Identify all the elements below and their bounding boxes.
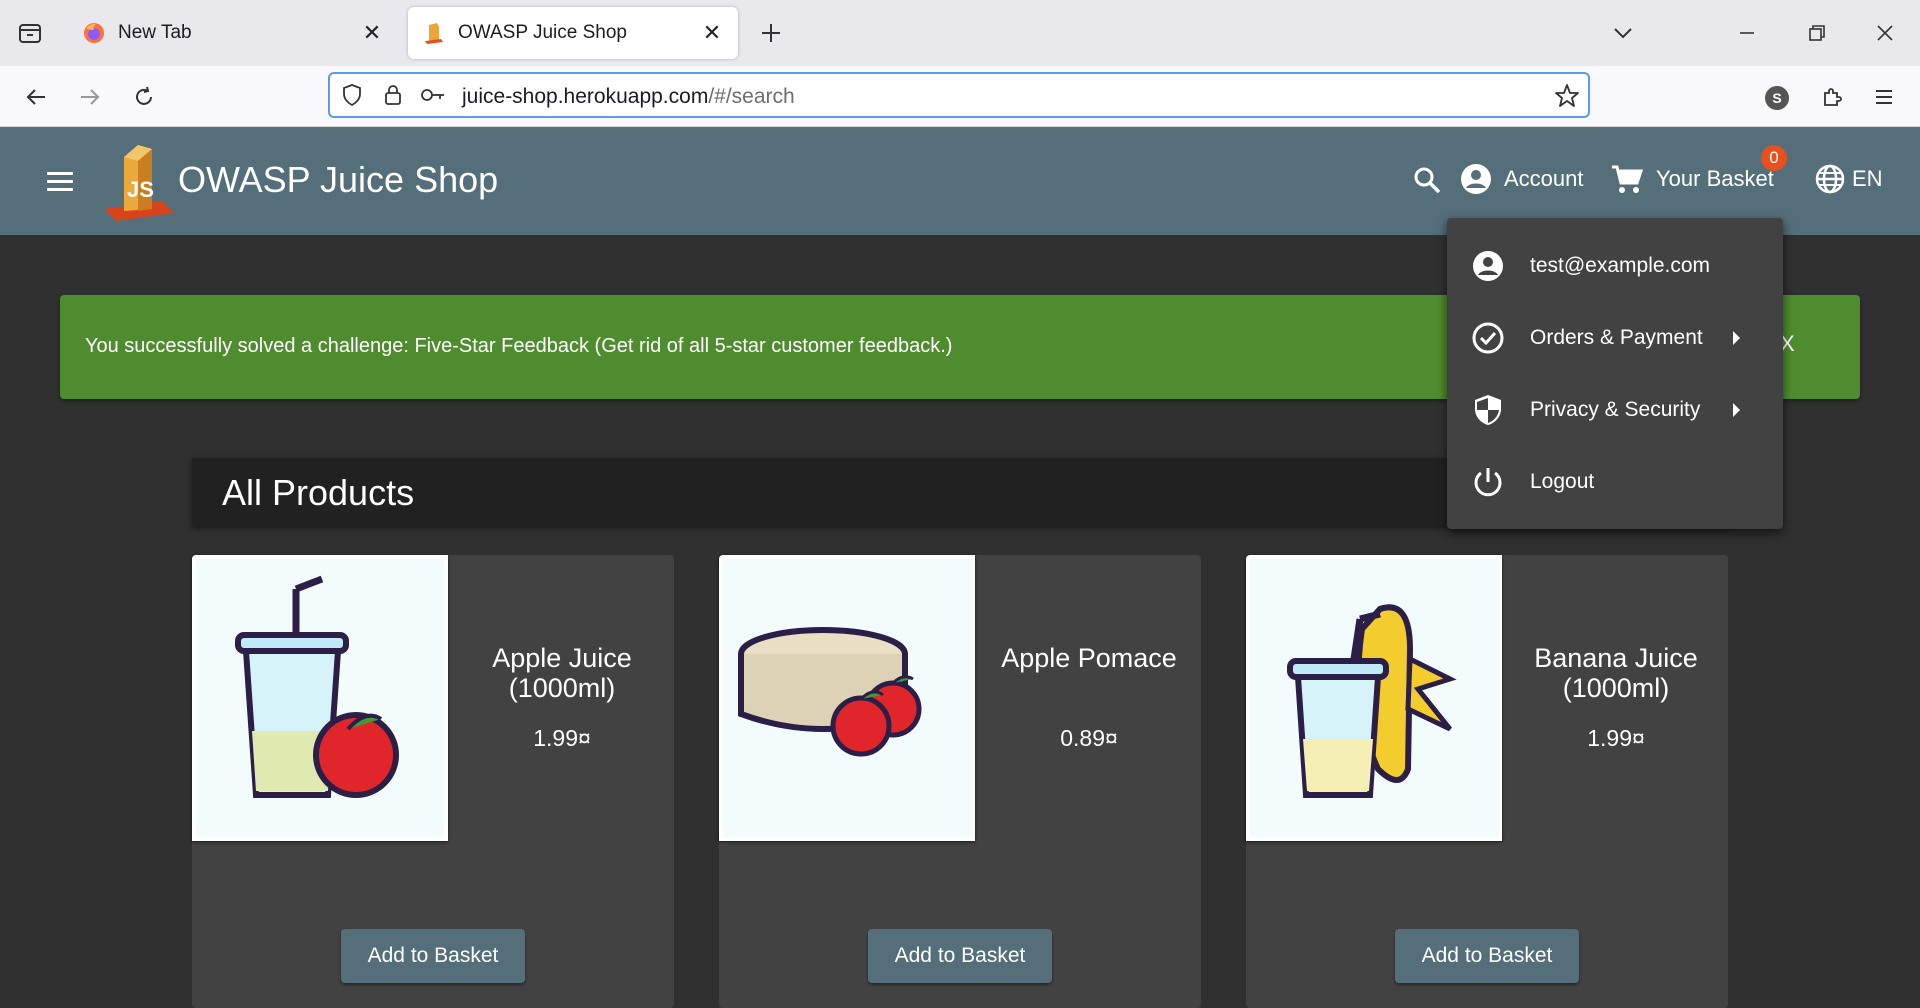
extensions-puzzle-icon[interactable]: [1816, 81, 1848, 113]
juice-shop-favicon-icon: [422, 21, 446, 45]
menu-item-privacy-security[interactable]: Privacy & Security: [1447, 374, 1783, 446]
add-to-basket-button[interactable]: Add to Basket: [1395, 929, 1579, 983]
product-name: Banana Juice (1000ml): [1534, 643, 1698, 703]
search-icon[interactable]: [1412, 165, 1442, 200]
firefox-icon: [82, 21, 106, 45]
menu-item-orders-payment[interactable]: Orders & Payment: [1447, 302, 1783, 374]
tab-overview-icon[interactable]: [14, 17, 46, 49]
product-card[interactable]: Apple Pomace 0.89¤ Add to Basket: [719, 555, 1201, 1008]
close-tab-icon[interactable]: ✕: [358, 19, 386, 47]
basket-button[interactable]: Your Basket: [1610, 163, 1774, 195]
app-menu-hamburger-icon[interactable]: [1868, 81, 1900, 113]
menu-item-label: test@example.com: [1530, 254, 1711, 277]
product-card[interactable]: Apple Juice (1000ml) 1.99¤ Add to Basket: [192, 555, 674, 1008]
url-path: /#/search: [708, 85, 795, 108]
language-button[interactable]: EN: [1814, 163, 1883, 195]
close-window-icon[interactable]: [1870, 20, 1900, 46]
key-icon[interactable]: [420, 85, 446, 110]
menu-item-label: Orders & Payment: [1530, 326, 1703, 349]
basket-label: Your Basket: [1656, 166, 1774, 191]
page-title: All Products: [222, 472, 415, 513]
product-name: Apple Pomace: [1001, 643, 1177, 673]
submenu-arrow-icon: [1733, 331, 1740, 345]
language-label: EN: [1852, 166, 1883, 191]
back-arrow-icon[interactable]: [20, 81, 52, 113]
product-price: 0.89¤: [1060, 725, 1118, 751]
account-profile-icon[interactable]: S: [1762, 83, 1792, 113]
notification-message: You successfully solved a challenge: Fiv…: [85, 335, 953, 357]
profile-initial: S: [1765, 86, 1789, 110]
product-image[interactable]: [192, 555, 448, 841]
globe-icon: [1814, 163, 1846, 195]
menu-item-logout[interactable]: Logout: [1447, 446, 1783, 518]
account-menu: test@example.com Orders & Payment Privac…: [1447, 218, 1783, 529]
account-circle-icon: [1460, 163, 1492, 195]
menu-item-label: Logout: [1530, 470, 1595, 493]
url-host: juice-shop.herokuapp.com: [462, 85, 709, 108]
product-name: Apple Juice (1000ml): [492, 643, 632, 703]
restore-window-icon[interactable]: [1802, 20, 1832, 46]
shield-icon: [1471, 393, 1505, 427]
menu-item-label: Privacy & Security: [1530, 398, 1701, 421]
lock-icon[interactable]: [382, 83, 404, 112]
shopping-cart-icon: [1610, 163, 1644, 195]
tracking-protection-shield-icon[interactable]: [340, 83, 364, 112]
browser-tab-bar: New Tab ✕ OWASP Juice Shop ✕: [0, 0, 1920, 66]
menu-item-user-email[interactable]: test@example.com: [1447, 230, 1783, 302]
list-all-tabs-chevron-icon[interactable]: [1608, 20, 1638, 46]
product-card[interactable]: Banana Juice (1000ml) 1.99¤ Add to Baske…: [1246, 555, 1728, 1008]
tab-label: New Tab: [118, 22, 192, 43]
bookmark-star-icon[interactable]: [1554, 83, 1580, 114]
power-icon: [1471, 465, 1505, 499]
check-circle-icon: [1471, 321, 1505, 355]
minimize-window-icon[interactable]: [1732, 20, 1762, 46]
tab-label: OWASP Juice Shop: [458, 22, 627, 43]
sidenav-menu-icon[interactable]: [44, 165, 76, 202]
product-image[interactable]: [719, 555, 975, 841]
svg-text:JS: JS: [127, 177, 154, 202]
add-to-basket-button[interactable]: Add to Basket: [341, 929, 525, 983]
account-circle-icon: [1471, 249, 1505, 283]
juice-shop-logo-icon[interactable]: JS: [102, 139, 176, 228]
product-image[interactable]: [1246, 555, 1502, 841]
tab-owasp-juice-shop[interactable]: OWASP Juice Shop ✕: [408, 7, 738, 59]
product-price: 1.99¤: [1587, 725, 1645, 751]
tab-new-tab[interactable]: New Tab ✕: [68, 7, 398, 59]
add-to-basket-button[interactable]: Add to Basket: [868, 929, 1052, 983]
close-tab-icon[interactable]: ✕: [698, 19, 726, 47]
account-button[interactable]: Account: [1460, 163, 1584, 195]
forward-arrow-icon[interactable]: [74, 81, 106, 113]
reload-icon[interactable]: [128, 81, 160, 113]
new-tab-plus-icon[interactable]: [756, 18, 786, 48]
app-title[interactable]: OWASP Juice Shop: [178, 159, 498, 201]
account-label: Account: [1504, 166, 1584, 191]
product-price: 1.99¤: [533, 725, 591, 751]
address-bar[interactable]: juice-shop.herokuapp.com/#/search: [328, 72, 1590, 118]
submenu-arrow-icon: [1733, 403, 1740, 417]
basket-count-badge: 0: [1761, 145, 1787, 171]
url-text[interactable]: juice-shop.herokuapp.com/#/search: [462, 85, 795, 109]
